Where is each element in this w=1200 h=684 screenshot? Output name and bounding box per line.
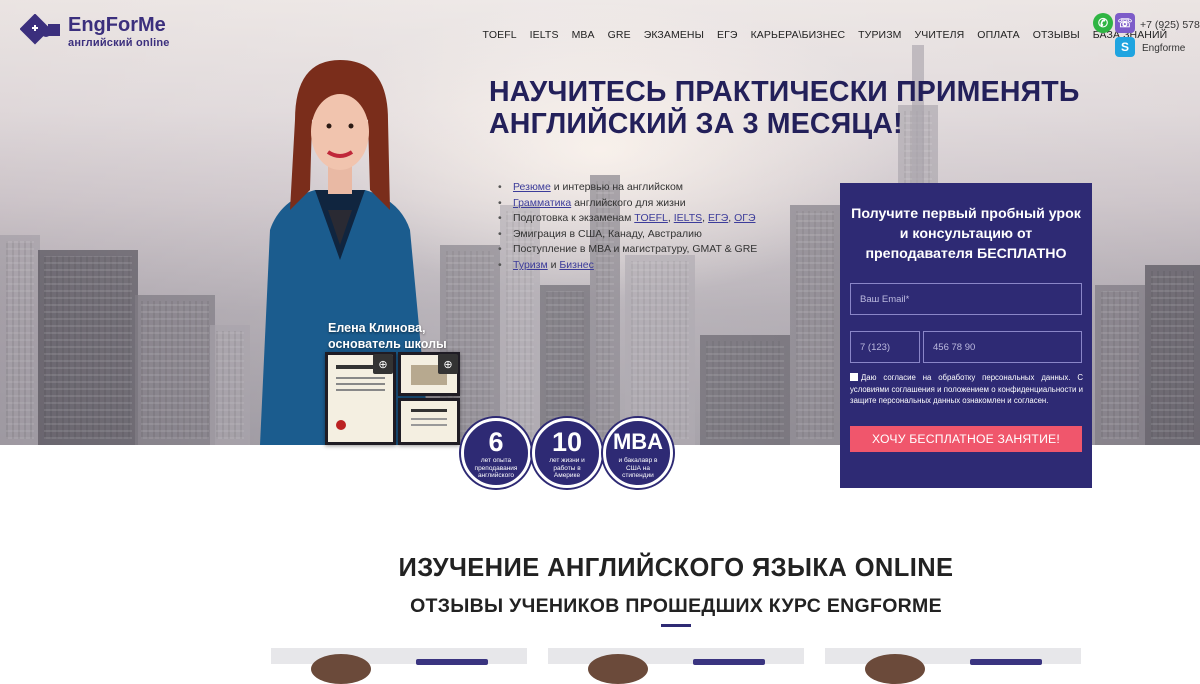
review-card[interactable] (548, 648, 804, 684)
nav-item-payment[interactable]: ОПЛАТА (971, 29, 1026, 41)
section-subtitle: ОТЗЫВЫ УЧЕНИКОВ ПРОШЕДШИХ КУРС ENGFORME (410, 595, 942, 617)
toefl-link[interactable]: TOEFL (634, 212, 668, 224)
hero-headline: НАУЧИТЕСЬ ПРАКТИЧЕСКИ ПРИМЕНЯТЬ АНГЛИЙСК… (489, 76, 1089, 140)
free-lesson-button[interactable]: ХОЧУ БЕСПЛАТНОЕ ЗАНЯТИЕ! (850, 426, 1082, 452)
oge-link[interactable]: ОГЭ (734, 212, 755, 224)
founder-name: Елена Клинова, (328, 321, 426, 335)
nav-item-mba[interactable]: MBA (565, 29, 601, 41)
brand-tagline: английский online (68, 37, 170, 49)
brand-logo[interactable]: EngForMe английский online (19, 13, 170, 50)
list-item: Подготовка к экзаменам TOEFL, IELTS, ЕГЭ… (498, 211, 757, 227)
review-card[interactable] (271, 648, 527, 684)
consent-text: Даю согласие на обработку персональных д… (850, 373, 1083, 405)
puzzle-logo-icon (19, 13, 62, 50)
phone-code-field[interactable]: 7 (123) (850, 331, 920, 363)
avatar (311, 654, 371, 684)
nav-item-exams[interactable]: ЭКЗАМЕНЫ (637, 29, 710, 41)
nav-item-ege[interactable]: ЕГЭ (711, 29, 745, 41)
resume-link[interactable]: Резюме (513, 181, 551, 193)
skype-icon[interactable]: S (1115, 37, 1135, 57)
review-tag (693, 659, 765, 665)
tourism-link[interactable]: Туризм (513, 259, 548, 271)
ielts-link[interactable]: IELTS (674, 212, 702, 224)
list-item: Поступление в MBA и магистратуру, GMAT &… (498, 242, 757, 258)
ege-link[interactable]: ЕГЭ (708, 212, 728, 224)
signup-form: Получите первый пробный урок и консульта… (840, 183, 1092, 488)
form-title: Получите первый пробный урок и консульта… (851, 206, 1081, 262)
nav-item-toefl[interactable]: TOEFL (476, 29, 523, 41)
list-item: Туризм и Бизнес (498, 258, 757, 274)
headline-line-1: НАУЧИТЕСЬ ПРАКТИЧЕСКИ ПРИМЕНЯТЬ (489, 76, 1080, 108)
review-tag (970, 659, 1042, 665)
whatsapp-icon[interactable]: ✆ (1093, 13, 1113, 33)
mba-badge: MBA и бакалавр в США на стипендии (603, 418, 673, 488)
zoom-icon[interactable]: ⊕ (438, 354, 458, 374)
america-badge: 10 лет жизни и работы в Америке (532, 418, 602, 488)
brand-name: EngForMe (68, 14, 166, 36)
diploma-image[interactable] (398, 398, 460, 445)
list-item: Резюме и интервью на английском (498, 180, 757, 196)
avatar (588, 654, 648, 684)
list-item: Эмиграция в США, Канаду, Австралию (498, 227, 757, 243)
contacts: ✆ ☏ S +7 (925) 578 Engforme (1092, 12, 1200, 58)
email-field[interactable]: Ваш Email* (850, 283, 1082, 315)
skype-name[interactable]: Engforme (1142, 43, 1185, 54)
business-link[interactable]: Бизнес (559, 259, 593, 271)
nav-item-gre[interactable]: GRE (601, 29, 637, 41)
features-list: Резюме и интервью на английском Граммати… (498, 180, 757, 274)
list-item: Грамматика английского для жизни (498, 196, 757, 212)
review-tag (416, 659, 488, 665)
founder-caption: Елена Клинова, основатель школы (328, 320, 447, 352)
nav-item-tourism[interactable]: ТУРИЗМ (852, 29, 908, 41)
main-nav: TOEFL IELTS MBA GRE ЭКЗАМЕНЫ ЕГЭ КАРЬЕРА… (476, 29, 1174, 41)
review-card[interactable] (825, 648, 1081, 684)
section-title: ИЗУЧЕНИЕ АНГЛИЙСКОГО ЯЗЫКА ONLINE (398, 554, 954, 582)
experience-badge: 6 лет опыта преподавания английского (461, 418, 531, 488)
avatar (865, 654, 925, 684)
phone-field[interactable]: 456 78 90 (923, 331, 1082, 363)
consent-checkbox[interactable] (850, 373, 858, 381)
nav-item-career[interactable]: КАРЬЕРА\БИЗНЕС (744, 29, 852, 41)
founder-role: основатель школы (328, 337, 447, 351)
viber-icon[interactable]: ☏ (1115, 13, 1135, 33)
nav-item-teachers[interactable]: УЧИТЕЛЯ (908, 29, 971, 41)
nav-item-reviews[interactable]: ОТЗЫВЫ (1026, 29, 1086, 41)
grammar-link[interactable]: Грамматика (513, 197, 571, 209)
zoom-icon[interactable]: ⊕ (373, 354, 393, 374)
title-underline (661, 624, 691, 627)
phone-number[interactable]: +7 (925) 578 (1140, 19, 1200, 31)
headline-line-2: АНГЛИЙСКИЙ ЗА 3 МЕСЯЦА! (489, 108, 903, 140)
nav-item-ielts[interactable]: IELTS (523, 29, 565, 41)
